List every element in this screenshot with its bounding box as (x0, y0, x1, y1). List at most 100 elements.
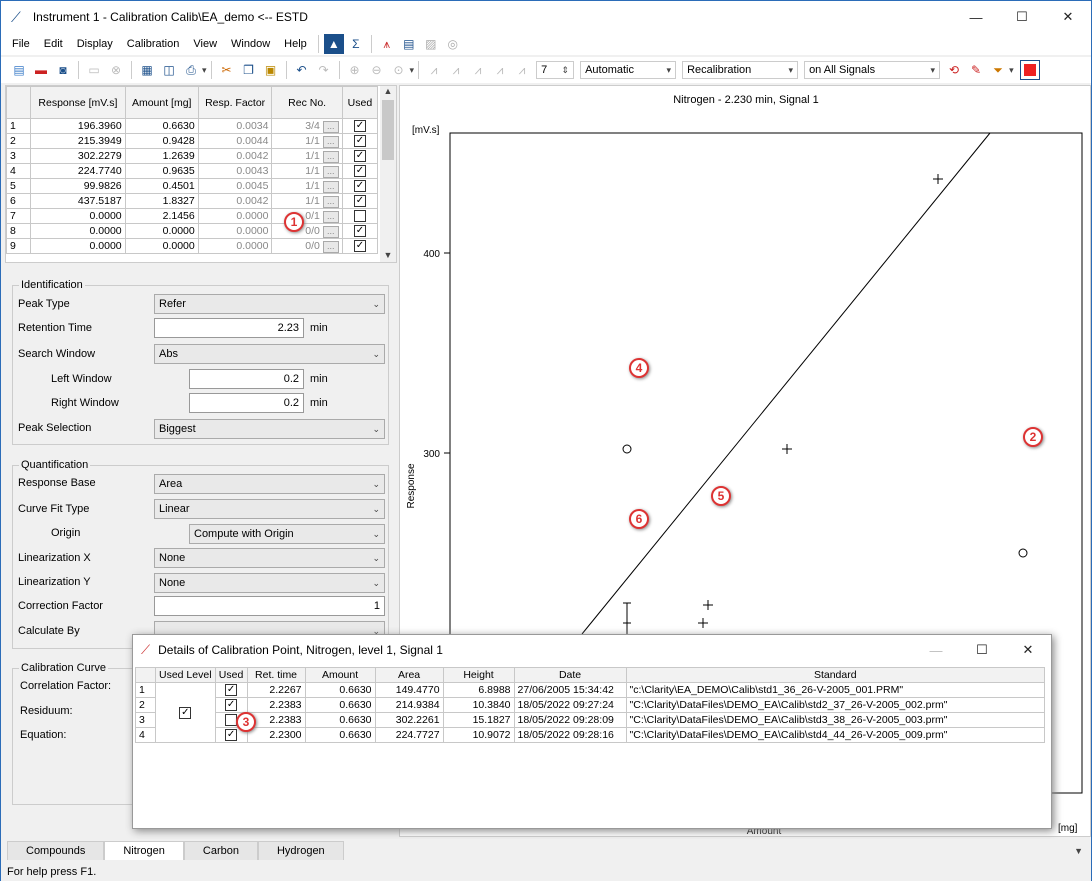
redo-icon[interactable]: ↷ (314, 60, 334, 80)
linearization-y-select[interactable]: None ⌄ (154, 573, 385, 593)
scroll-down-icon[interactable]: ▼ (380, 250, 396, 260)
cell-response[interactable]: 302.2279 (30, 148, 126, 164)
table-row[interactable]: 4 ✓ 2.2300 0.6630 224.7727 10.9072 18/05/2022 … (135, 727, 1046, 743)
cell-amount[interactable]: 0.9635 (124, 163, 199, 179)
cell-response[interactable]: 196.3960 (30, 118, 126, 134)
filter-icon[interactable]: ⏷ (988, 60, 1008, 80)
cell-response[interactable]: 0.0000 (30, 208, 126, 224)
cell-amount[interactable]: 0.0000 (124, 223, 199, 239)
copy-icon[interactable]: ❐ (239, 60, 259, 80)
cell-response[interactable]: 0.0000 (30, 238, 126, 254)
scroll-up-icon[interactable]: ▲ (380, 86, 396, 96)
used-level-checkbox[interactable]: ✓ (179, 706, 192, 719)
report-icon[interactable]: Σ (346, 34, 366, 54)
col-standard[interactable]: Standard (625, 667, 1046, 683)
menu-window[interactable]: Window (224, 38, 277, 50)
col-date[interactable]: Date (513, 667, 627, 683)
left-window-input[interactable]: 0.2 (189, 369, 304, 389)
used-checkbox[interactable]: ✓ (225, 729, 238, 742)
used-checkbox[interactable] (353, 210, 366, 223)
cell-response[interactable]: 0.0000 (30, 223, 126, 239)
peak-icon-1[interactable]: ⩘ (424, 60, 444, 80)
cell-response[interactable]: 224.7740 (30, 163, 126, 179)
cell-amount[interactable]: 2.1456 (124, 208, 199, 224)
edit-icon[interactable]: ✎ (966, 60, 986, 80)
origin-select[interactable]: Compute with Origin ⌄ (189, 524, 385, 544)
tab-compounds[interactable]: Compounds (7, 841, 105, 860)
response-base-select[interactable]: Area ⌄ (154, 474, 385, 494)
table-row[interactable]: 5 99.9826 0.4501 0.0045 1/1 ... ✓ (6, 178, 379, 194)
print-icon[interactable]: ⎙ (181, 60, 201, 80)
minimize-icon[interactable]: — (953, 2, 999, 32)
more-button[interactable]: ... (322, 195, 339, 208)
tab-carbon[interactable]: Carbon (183, 841, 258, 860)
col-response[interactable]: Response [mV.s] (30, 86, 126, 119)
used-checkbox[interactable]: ✓ (353, 240, 366, 253)
cell-amount[interactable]: 0.4501 (124, 178, 199, 194)
dialog-maximize-icon[interactable]: ☐ (959, 635, 1005, 665)
col-used[interactable]: Used (214, 667, 248, 683)
scroll-thumb[interactable] (382, 100, 394, 160)
correction-factor-input[interactable]: 1 (154, 596, 385, 616)
used-checkbox[interactable]: ✓ (353, 180, 366, 193)
col-ret-time[interactable]: Ret. time (246, 667, 306, 683)
more-button[interactable]: ... (322, 165, 339, 178)
excluded-point-2[interactable] (1018, 548, 1028, 558)
used-checkbox[interactable]: ✓ (353, 135, 366, 148)
stop-icon[interactable] (1019, 60, 1040, 80)
method-icon[interactable]: ▤ (399, 34, 419, 54)
more-button[interactable]: ... (322, 180, 339, 193)
cell-response[interactable]: 437.5187 (30, 193, 126, 209)
linearization-x-select[interactable]: None ⌄ (154, 548, 385, 568)
table-row[interactable]: 2 ✓ 2.2383 0.6630 214.9384 10.3840 18/05/2022 … (135, 697, 1046, 713)
chart-icon[interactable]: ▦ (137, 60, 157, 80)
open-icon[interactable]: ▬ (31, 60, 51, 80)
dialog-minimize-icon[interactable]: — (913, 635, 959, 665)
menu-calibration[interactable]: Calibration (120, 38, 187, 50)
used-checkbox[interactable]: ✓ (353, 150, 366, 163)
peak-icon-4[interactable]: ⩘ (490, 60, 510, 80)
more-button[interactable]: ... (322, 240, 339, 253)
col-resp-factor[interactable]: Resp. Factor (197, 86, 273, 119)
search-window-select[interactable]: Abs ⌄ (154, 344, 385, 364)
settings-icon[interactable]: ◎ (443, 34, 463, 54)
zoom-icon[interactable]: ⊙ (389, 60, 409, 80)
table-row[interactable]: 3 2.2383 0.6630 302.2261 15.1827 18/05/2022 0… (135, 712, 1046, 728)
more-button[interactable]: ... (322, 150, 339, 163)
more-button[interactable]: ... (322, 135, 339, 148)
chromatogram-icon[interactable]: ⩚ (377, 34, 397, 54)
calibration-icon[interactable]: ▲ (323, 34, 344, 54)
cell-amount[interactable]: 0.6630 (124, 118, 199, 134)
used-checkbox[interactable]: ✓ (225, 684, 238, 697)
used-checkbox[interactable]: ✓ (353, 225, 366, 238)
tab-nitrogen[interactable]: Nitrogen (104, 841, 184, 860)
menu-view[interactable]: View (186, 38, 224, 50)
paste-icon[interactable]: ▣ (261, 60, 281, 80)
zoom-in-icon[interactable]: ⊕ (345, 60, 365, 80)
menu-display[interactable]: Display (70, 38, 120, 50)
table-row[interactable]: 9 0.0000 0.0000 0.0000 0/0 ... ✓ (6, 238, 379, 254)
table-row[interactable]: 7 0.0000 2.1456 0.0000 0/1 ... (6, 208, 379, 224)
mode-select[interactable]: Automatic ▾ (580, 61, 677, 79)
folder-icon[interactable]: ▭ (84, 60, 104, 80)
table-row[interactable]: 6 437.5187 1.8327 0.0042 1/1 ... ✓ (6, 193, 379, 209)
tab-hydrogen[interactable]: Hydrogen (257, 841, 344, 860)
used-checkbox[interactable]: ✓ (353, 165, 366, 178)
vertical-scrollbar[interactable]: ▲ ▼ (380, 86, 396, 262)
save-icon[interactable]: ◙ (53, 60, 73, 80)
cell-amount[interactable]: 0.0000 (124, 238, 199, 254)
image-icon[interactable]: ▨ (421, 34, 441, 54)
zoom-out-icon[interactable]: ⊖ (367, 60, 387, 80)
peak-selection-select[interactable]: Biggest ⌄ (154, 419, 385, 439)
cell-response[interactable]: 99.9826 (30, 178, 126, 194)
recalibrate-icon[interactable]: ⟲ (944, 60, 964, 80)
more-button[interactable]: ... (322, 225, 339, 238)
peak-type-select[interactable]: Refer ⌄ (154, 294, 385, 314)
table-row[interactable]: 1 196.3960 0.6630 0.0034 3/4 ... ✓ (6, 118, 379, 134)
level-spinner[interactable]: 7 ⇕ (536, 61, 575, 79)
preview-icon[interactable]: ◫ (159, 60, 179, 80)
table-row[interactable]: 2 215.3949 0.9428 0.0044 1/1 ... ✓ (6, 133, 379, 149)
cell-response[interactable]: 215.3949 (30, 133, 126, 149)
table-row[interactable]: 8 0.0000 0.0000 0.0000 0/0 ... ✓ (6, 223, 379, 239)
recalibration-select[interactable]: Recalibration ▾ (682, 61, 799, 79)
